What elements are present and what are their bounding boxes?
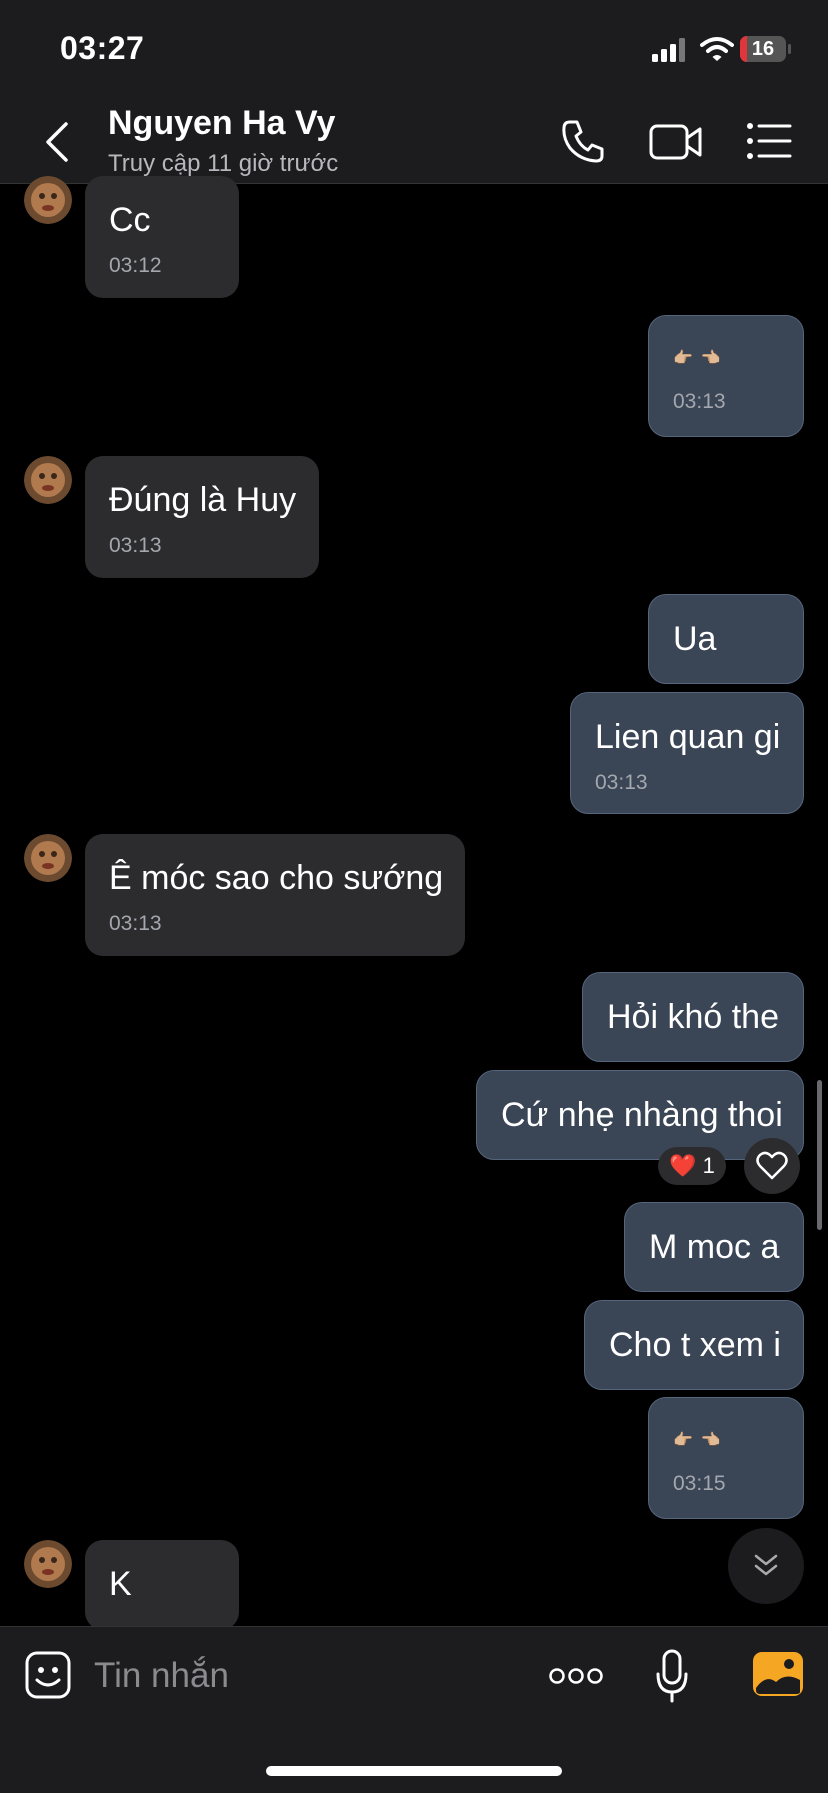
message-emoji: 👉🏼 👈🏼 [673, 340, 779, 376]
list-menu-icon[interactable] [742, 114, 796, 168]
message-bubble-outgoing[interactable]: Hỏi khó the [582, 972, 804, 1062]
message-time: 03:13 [673, 390, 726, 413]
message-text: M moc a [649, 1228, 780, 1266]
phone-icon[interactable] [556, 114, 610, 168]
heart-outline-icon [756, 1151, 788, 1180]
message-text: K [109, 1565, 132, 1603]
home-indicator [266, 1766, 562, 1776]
message-bubble-outgoing[interactable]: Lien quan gi 03:13 [570, 692, 804, 814]
pointing-left-emoji: 👈🏼 [700, 1432, 721, 1449]
heart-emoji: ❤️ [669, 1153, 697, 1178]
message-bubble-outgoing[interactable]: Ua [648, 594, 804, 684]
more-icon[interactable] [548, 1660, 604, 1692]
microphone-icon[interactable] [654, 1648, 690, 1704]
battery-percent: 16 [751, 38, 775, 60]
wifi-icon [700, 37, 734, 61]
message-bubble-outgoing[interactable]: 👉🏼 👈🏼 03:13 [648, 315, 804, 437]
message-time: 03:13 [595, 771, 648, 794]
message-bubble-incoming[interactable]: Cc 03:12 [85, 176, 239, 298]
gallery-icon[interactable] [752, 1650, 804, 1698]
message-text: Cứ nhẹ nhàng thoi [501, 1096, 783, 1134]
sticker-icon[interactable] [24, 1650, 72, 1700]
contact-last-seen: Truy cập 11 giờ trước [108, 150, 339, 177]
message-bubble-outgoing[interactable]: Cho t xem i [584, 1300, 804, 1390]
message-text: Ê móc sao cho sướng [109, 859, 444, 897]
scroll-to-bottom-button[interactable] [728, 1528, 804, 1604]
message-text: Lien quan gi [595, 718, 781, 756]
message-bubble-outgoing[interactable]: M moc a [624, 1202, 804, 1292]
message-bubble-incoming[interactable]: Đúng là Huy 03:13 [85, 456, 319, 578]
message-time: 03:13 [109, 912, 162, 935]
contact-avatar[interactable] [24, 456, 72, 504]
cellular-signal-icon [652, 38, 685, 62]
message-text: Cho t xem i [609, 1326, 781, 1364]
pointing-right-emoji: 👉🏼 [673, 1432, 693, 1449]
video-call-icon[interactable] [648, 114, 704, 168]
message-emoji: 👉🏼 👈🏼 [673, 1422, 779, 1458]
double-chevron-down-icon [754, 1554, 778, 1576]
message-time: 03:13 [109, 534, 162, 557]
pointing-left-emoji: 👈🏼 [700, 350, 721, 367]
message-text: Ua [673, 620, 717, 658]
message-text: Cc [109, 201, 151, 239]
message-bubble-incoming[interactable]: Ê móc sao cho sướng 03:13 [85, 834, 465, 956]
message-text: Hỏi khó the [607, 998, 779, 1036]
reaction-summary[interactable]: ❤️ 1 [658, 1147, 726, 1185]
pointing-right-emoji: 👉🏼 [673, 350, 693, 367]
message-text: Đúng là Huy [109, 481, 297, 519]
contact-name[interactable]: Nguyen Ha Vy [108, 104, 335, 143]
message-bubble-incoming[interactable]: K [85, 1540, 239, 1630]
message-time: 03:15 [673, 1472, 726, 1495]
back-icon[interactable] [38, 118, 78, 166]
scrollbar[interactable] [817, 1080, 822, 1230]
reaction-count: 1 [702, 1153, 715, 1178]
message-input[interactable] [94, 1654, 514, 1698]
message-bubble-outgoing[interactable]: 👉🏼 👈🏼 03:15 [648, 1397, 804, 1519]
contact-avatar[interactable] [24, 1540, 72, 1588]
contact-avatar[interactable] [24, 176, 72, 224]
battery-indicator: 16 [740, 36, 792, 62]
contact-avatar[interactable] [24, 834, 72, 882]
message-time: 03:12 [109, 254, 162, 277]
status-time: 03:27 [60, 30, 145, 66]
react-button[interactable] [744, 1138, 800, 1194]
